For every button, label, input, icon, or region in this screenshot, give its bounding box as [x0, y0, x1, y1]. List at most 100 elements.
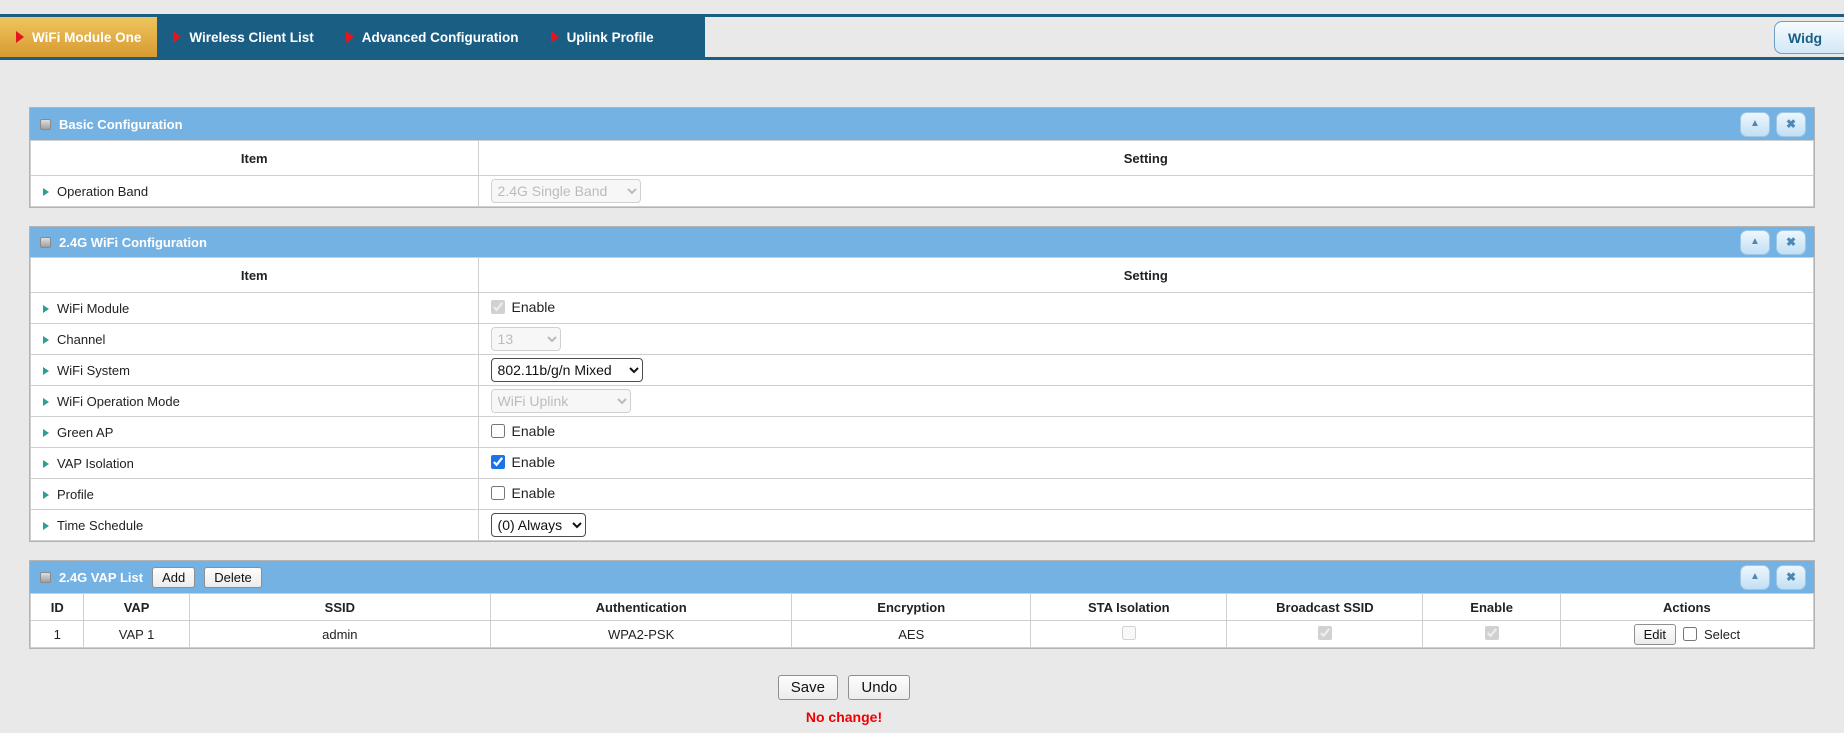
column-header-vap: VAP	[84, 594, 189, 621]
column-header-ssid: SSID	[189, 594, 490, 621]
top-margin	[0, 0, 1844, 14]
table-row-profile: Profile Enable	[31, 479, 1814, 510]
vap-isolation-enable-field: Enable	[491, 454, 556, 470]
wifi-configuration-table: Item Setting WiFi Module Enable Channel …	[30, 257, 1814, 541]
row-label: VAP Isolation	[57, 456, 134, 471]
tab-uplink-profile[interactable]: Uplink Profile	[535, 17, 670, 57]
green-ap-enable-field: Enable	[491, 423, 556, 439]
close-button[interactable]: ✖	[1776, 230, 1806, 255]
tab-arrow-icon	[551, 31, 559, 43]
widget-button[interactable]: Widg	[1774, 21, 1844, 54]
collapse-button[interactable]: ▲	[1740, 565, 1770, 590]
row-label: WiFi Operation Mode	[57, 394, 180, 409]
column-header-id: ID	[31, 594, 84, 621]
operation-band-select: 2.4G Single Band	[491, 179, 641, 203]
save-button[interactable]: Save	[778, 675, 838, 700]
collapse-icon: ▲	[1750, 237, 1760, 247]
wifi-module-enable-checkbox	[491, 300, 505, 314]
row-label: Time Schedule	[57, 518, 143, 533]
column-header-sta-isolation: STA Isolation	[1031, 594, 1227, 621]
tab-label: Wireless Client List	[189, 30, 313, 45]
close-icon: ✖	[1786, 118, 1796, 130]
undo-button[interactable]: Undo	[848, 675, 910, 700]
tab-label: WiFi Module One	[32, 30, 141, 45]
row-label: WiFi System	[57, 363, 130, 378]
collapse-button[interactable]: ▲	[1740, 112, 1770, 137]
table-row-operation-band: Operation Band 2.4G Single Band	[31, 176, 1814, 207]
tab-wifi-module-one[interactable]: WiFi Module One	[0, 17, 157, 57]
main-content: Basic Configuration ▲ ✖ Item Setting Ope…	[0, 60, 1844, 725]
delete-button[interactable]: Delete	[204, 567, 262, 588]
profile-enable-checkbox[interactable]	[491, 486, 505, 500]
vap-table-row: 1 VAP 1 admin WPA2-PSK AES Edit Select	[31, 621, 1814, 648]
row-arrow-icon	[43, 460, 49, 468]
cell-sta-isolation	[1031, 621, 1227, 648]
column-header-setting: Setting	[478, 141, 1813, 176]
cell-id: 1	[31, 621, 84, 648]
vap-table-header-row: ID VAP SSID Authentication Encryption ST…	[31, 594, 1814, 621]
row-label: Green AP	[57, 425, 113, 440]
close-button[interactable]: ✖	[1776, 565, 1806, 590]
vap-enable-checkbox	[1485, 626, 1499, 640]
table-row-wifi-module: WiFi Module Enable	[31, 293, 1814, 324]
collapse-button[interactable]: ▲	[1740, 230, 1770, 255]
green-ap-enable-checkbox[interactable]	[491, 424, 505, 438]
close-button[interactable]: ✖	[1776, 112, 1806, 137]
column-header-encryption: Encryption	[792, 594, 1031, 621]
table-row-wifi-operation-mode: WiFi Operation Mode WiFi Uplink	[31, 386, 1814, 417]
table-row-green-ap: Green AP Enable	[31, 417, 1814, 448]
wifi-configuration-header: 2.4G WiFi Configuration ▲ ✖	[30, 227, 1814, 257]
cell-actions: Edit Select	[1560, 621, 1813, 648]
tab-bar: WiFi Module One Wireless Client List Adv…	[0, 17, 1844, 57]
row-arrow-icon	[43, 491, 49, 499]
column-header-item: Item	[31, 141, 479, 176]
cell-enable	[1423, 621, 1560, 648]
collapse-icon: ▲	[1750, 572, 1760, 582]
column-header-enable: Enable	[1423, 594, 1560, 621]
tab-arrow-icon	[16, 31, 24, 43]
vap-list-header: 2.4G VAP List Add Delete ▲ ✖	[30, 561, 1814, 593]
cell-broadcast-ssid	[1227, 621, 1423, 648]
row-arrow-icon	[43, 336, 49, 344]
add-button[interactable]: Add	[152, 567, 195, 588]
table-row-wifi-system: WiFi System 802.11b/g/n Mixed	[31, 355, 1814, 386]
row-label: Profile	[57, 487, 94, 502]
close-icon: ✖	[1786, 571, 1796, 583]
basic-configuration-section: Basic Configuration ▲ ✖ Item Setting Ope…	[29, 107, 1815, 208]
select-checkbox[interactable]	[1683, 627, 1697, 641]
column-header-actions: Actions	[1560, 594, 1813, 621]
tab-label: Uplink Profile	[567, 30, 654, 45]
broadcast-ssid-checkbox	[1318, 626, 1332, 640]
row-label: Channel	[57, 332, 105, 347]
row-label: WiFi Module	[57, 301, 129, 316]
tab-arrow-icon	[346, 31, 354, 43]
row-arrow-icon	[43, 522, 49, 530]
tab-advanced-configuration[interactable]: Advanced Configuration	[330, 17, 535, 57]
vap-isolation-enable-checkbox[interactable]	[491, 455, 505, 469]
checkbox-label: Enable	[512, 485, 556, 501]
row-arrow-icon	[43, 188, 49, 196]
cell-ssid: admin	[189, 621, 490, 648]
tab-wireless-client-list[interactable]: Wireless Client List	[157, 17, 329, 57]
edit-button[interactable]: Edit	[1634, 624, 1676, 645]
section-title: 2.4G VAP List	[59, 570, 143, 585]
collapse-icon: ▲	[1750, 119, 1760, 129]
basic-configuration-table: Item Setting Operation Band 2.4G Single …	[30, 140, 1814, 207]
time-schedule-select[interactable]: (0) Always	[491, 513, 586, 537]
column-header-setting: Setting	[478, 258, 1813, 293]
footer-actions: Save Undo No change!	[0, 675, 1737, 725]
checkbox-label: Enable	[512, 423, 556, 439]
cell-encryption: AES	[792, 621, 1031, 648]
wifi-operation-mode-select: WiFi Uplink	[491, 389, 631, 413]
status-message: No change!	[0, 709, 1737, 725]
channel-select: 13	[491, 327, 561, 351]
tab-strip: WiFi Module One Wireless Client List Adv…	[0, 17, 705, 57]
window-icon	[40, 572, 51, 583]
close-icon: ✖	[1786, 236, 1796, 248]
table-row-channel: Channel 13	[31, 324, 1814, 355]
vap-list-table: ID VAP SSID Authentication Encryption ST…	[30, 593, 1814, 648]
column-header-item: Item	[31, 258, 479, 293]
column-header-authentication: Authentication	[490, 594, 791, 621]
cell-authentication: WPA2-PSK	[490, 621, 791, 648]
wifi-system-select[interactable]: 802.11b/g/n Mixed	[491, 358, 643, 382]
